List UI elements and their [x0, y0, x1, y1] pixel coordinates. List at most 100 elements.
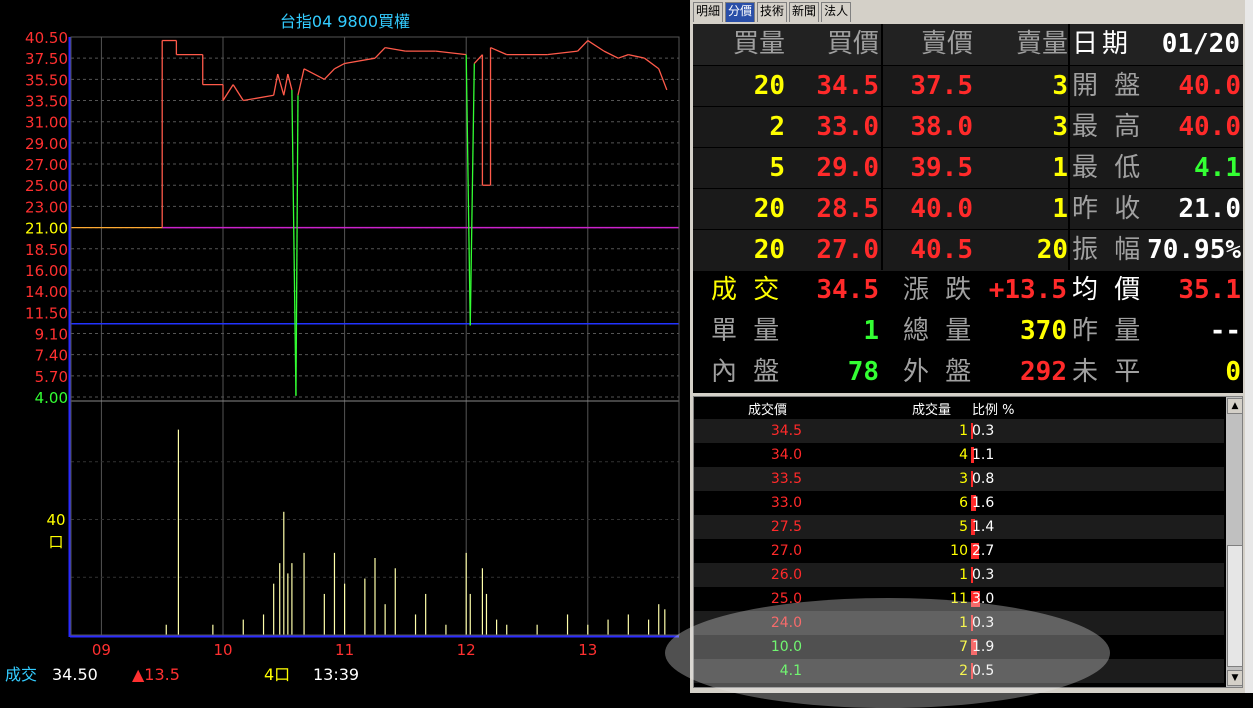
dist-price: 24.0: [770, 615, 802, 631]
dist-row[interactable]: 33.0 6 1.6: [694, 491, 1224, 515]
order-book-row: 5 29.0 39.5 1 最 低 4.1: [693, 147, 1243, 189]
price-segment: [243, 94, 274, 102]
header-ask-qty: 賣量: [1015, 29, 1068, 59]
scroll-up-icon[interactable]: ▲: [1227, 398, 1243, 414]
price-segment: [644, 57, 660, 70]
footer-time: 13:39: [313, 665, 359, 684]
x-tick-label: 13: [578, 641, 597, 659]
stat-label: 開 盤: [1072, 71, 1145, 101]
tab-3[interactable]: 新聞: [789, 2, 820, 22]
stat-label: 昨 收: [1072, 194, 1145, 224]
price-segment: [547, 50, 578, 56]
bid-price: 28.5: [816, 194, 879, 224]
view-tabs: 明細 分價 技術 新聞 法人: [693, 2, 852, 22]
price-segment: [603, 50, 619, 59]
price-chart: 台指04 9800買權 40.50 37.50 35.50 33.50 31.00 29.0…: [5, 12, 680, 684]
price-segment: [344, 57, 376, 65]
dist-row[interactable]: 27.0 10 2.7: [694, 539, 1224, 563]
y-tick-label: 25.00: [25, 177, 68, 195]
y-tick-label: 27.00: [25, 156, 68, 174]
scroll-down-icon[interactable]: ▼: [1227, 670, 1243, 686]
dist-row[interactable]: 33.5 3 0.8: [694, 467, 1224, 491]
dist-row[interactable]: 34.5 1 0.3: [694, 419, 1224, 443]
price-segment: [469, 63, 475, 326]
summary-row: 內 盤 78 外 盤 292 未 平0: [693, 352, 1243, 393]
volume-axis-unit: 口: [48, 533, 63, 551]
summary-value: 370: [1020, 316, 1067, 346]
summary-value: +13.5: [988, 275, 1067, 305]
bid-price: 29.0: [816, 153, 879, 183]
price-segment: [587, 39, 605, 52]
tab-1[interactable]: 分價: [725, 2, 756, 22]
bid-price: 27.0: [816, 235, 879, 265]
summary-value: 0: [1225, 357, 1241, 387]
price-segment: [577, 40, 589, 52]
dist-row[interactable]: 24.0 1 0.3: [694, 611, 1224, 635]
summary-label: 漲 跌: [903, 275, 976, 305]
ask-price: 37.5: [910, 71, 973, 101]
dist-ratio: 1.9: [972, 639, 995, 655]
summary-label: 總 量: [903, 316, 976, 346]
bid-qty: 20: [753, 235, 785, 265]
price-segment: [465, 54, 471, 326]
header-bid: 買價: [826, 29, 879, 59]
ask-qty: 1: [1052, 153, 1068, 183]
tab-0[interactable]: 明細: [693, 2, 724, 22]
dist-row[interactable]: 10.0 7 1.9: [694, 635, 1224, 659]
price-segment: [295, 95, 299, 396]
summary-row: 成 交 34.5 漲 跌 +13.5 均 價 35.1: [693, 270, 1243, 311]
ask-price: 38.0: [910, 112, 973, 142]
dist-price: 34.5: [770, 423, 802, 439]
dist-header-volume: 成交量: [912, 403, 952, 418]
y-tick-label: 21.00: [25, 220, 68, 238]
x-tick-label: 11: [335, 641, 354, 659]
stat-value: 4.1: [1194, 153, 1241, 183]
price-segment: [297, 68, 305, 96]
bid-qty: 20: [753, 194, 785, 224]
dist-row[interactable]: 4.1 2 0.5: [694, 659, 1224, 683]
dist-price: 34.0: [770, 447, 802, 463]
dist-volume: 5: [959, 519, 968, 535]
dist-row[interactable]: 26.0 1 0.3: [694, 563, 1224, 587]
y-tick-label: 33.50: [25, 93, 68, 111]
tab-4[interactable]: 法人: [821, 2, 852, 22]
dist-volume: 6: [959, 495, 968, 511]
dist-ratio: 3.0: [972, 591, 995, 607]
footer-change: ▲13.5: [132, 665, 180, 684]
dist-header-ratio: 比例 %: [972, 403, 1015, 418]
dist-price: 27.0: [770, 543, 802, 559]
ask-qty: 20: [1036, 235, 1068, 265]
y-tick-label: 9.10: [35, 325, 68, 343]
summary-label: 未 平: [1072, 357, 1145, 387]
book-divider: [1068, 24, 1070, 270]
tab-2[interactable]: 技術: [757, 2, 788, 22]
y-tick-label: 40.50: [25, 29, 68, 47]
y-tick-label: 4.00: [35, 389, 68, 407]
chart-title: 台指04 9800買權: [280, 12, 410, 31]
price-segment: [385, 46, 406, 52]
order-book-row: 20 28.5 40.0 1 昨 收 21.0: [693, 188, 1243, 230]
price-segment: [283, 73, 289, 96]
dist-row[interactable]: 34.0 4 1.1: [694, 443, 1224, 467]
dist-ratio: 0.8: [972, 471, 995, 487]
price-segment: [323, 68, 335, 80]
dist-row[interactable]: 25.0 11 3.0: [694, 587, 1224, 611]
y-tick-label: 5.70: [35, 368, 68, 386]
summary-value: --: [1209, 316, 1241, 346]
dist-header-price: 成交價: [748, 403, 788, 418]
dist-scrollbar[interactable]: ▲ ▼: [1226, 397, 1243, 687]
y-tick-label: 7.40: [35, 347, 68, 365]
dist-volume: 2: [959, 663, 968, 679]
summary-label: 昨 量: [1072, 316, 1145, 346]
footer-volume: 4口: [264, 665, 290, 684]
dist-volume: 7: [959, 639, 968, 655]
y-tick-label: 18.50: [25, 241, 68, 259]
scroll-thumb[interactable]: [1227, 545, 1243, 667]
stat-label: 最 高: [1072, 112, 1145, 142]
summary-value: 34.5: [816, 275, 879, 305]
dist-volume: 1: [959, 567, 968, 583]
dist-row[interactable]: 27.5 5 1.4: [694, 515, 1224, 539]
stat-label: 振 幅: [1072, 235, 1145, 265]
dist-price: 26.0: [770, 567, 802, 583]
summary-label: 均 價: [1072, 275, 1145, 305]
